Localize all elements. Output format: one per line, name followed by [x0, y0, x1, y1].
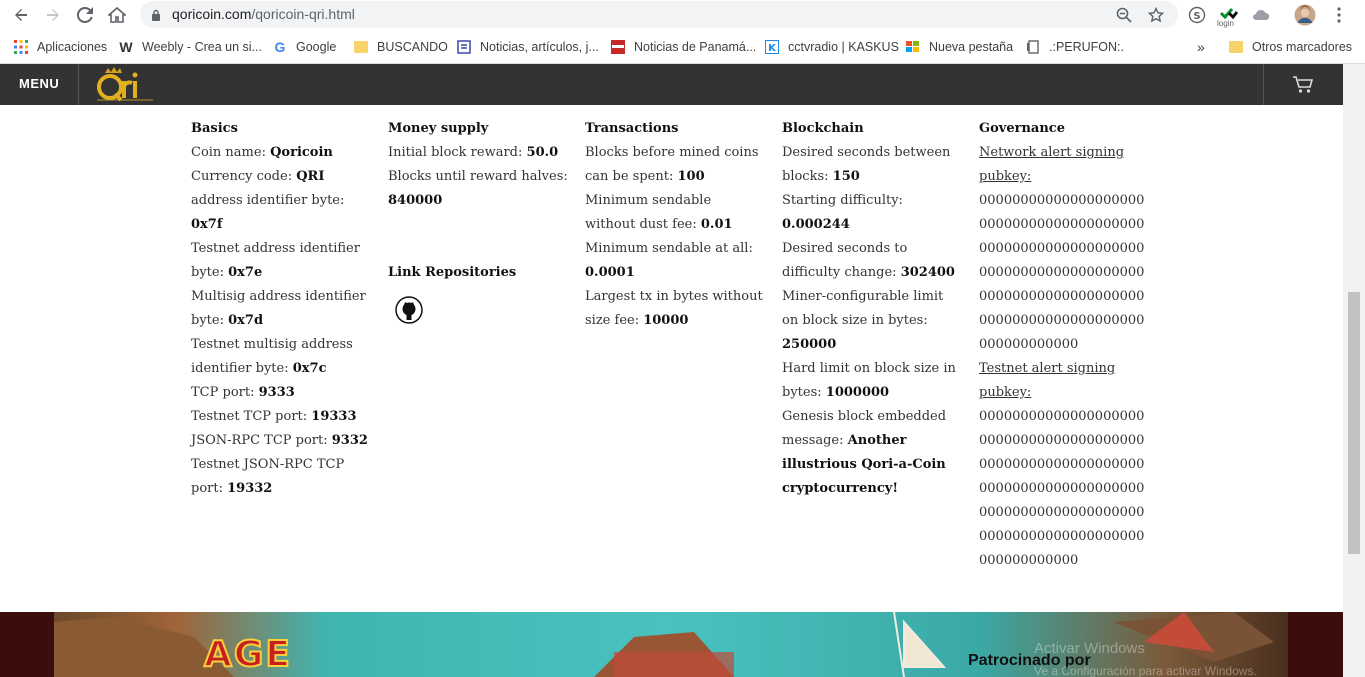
- windows-activation-subtitle: Ve a Configuración para activar Windows.: [1034, 664, 1257, 677]
- page-icon: [1025, 39, 1041, 55]
- cloud-extension-icon[interactable]: [1250, 4, 1272, 26]
- star-icon[interactable]: [1146, 5, 1166, 25]
- page-scrollbar[interactable]: [1343, 64, 1365, 677]
- apps-grid-icon: [13, 39, 29, 55]
- forward-icon[interactable]: [41, 3, 65, 27]
- url-text: qoricoin.com/qoricoin-qri.html: [172, 6, 355, 22]
- google-icon: G: [274, 39, 286, 55]
- more-menu-icon[interactable]: [1328, 4, 1350, 26]
- address-bar[interactable]: qoricoin.com/qoricoin-qri.html: [140, 1, 1178, 28]
- basics-title: Basics: [191, 121, 238, 136]
- bookmark-kaskus[interactable]: K cctvradio | KASKUS: [764, 38, 899, 56]
- min-sendable: Minimum sendable at all: 0.0001: [585, 241, 753, 280]
- testnet-tcp-port: Testnet TCP port: 19333: [191, 409, 357, 424]
- miner-block-limit: Miner-configurable limit on block size i…: [782, 289, 944, 352]
- testnet-address-byte: Testnet address identifier byte: 0x7e: [191, 241, 360, 280]
- money-supply-column: Money supply Initial block reward: 50.0 …: [388, 117, 568, 285]
- back-icon[interactable]: [9, 3, 33, 27]
- panama-news-icon: [610, 39, 626, 55]
- currency-code: Currency code: QRI: [191, 169, 325, 184]
- menu-button[interactable]: MENU: [19, 76, 59, 91]
- bookmark-noticias-panama[interactable]: Noticias de Panamá...: [610, 38, 756, 56]
- blocks-until-halving: Blocks until reward halves: 840000: [388, 169, 568, 208]
- profile-avatar[interactable]: [1294, 4, 1316, 26]
- kaskus-icon: K: [764, 39, 780, 55]
- hard-block-limit: Hard limit on block size in bytes: 10000…: [782, 361, 956, 400]
- testnet-alert-link[interactable]: Testnet alert signing pubkey:: [979, 357, 1151, 405]
- transactions-title: Transactions: [585, 121, 679, 136]
- blocks-before-spend: Blocks before mined coins can be spent: …: [585, 145, 759, 184]
- page-viewport: MENU Basics Coin name: Qoricoin Currency…: [0, 64, 1343, 677]
- link-repositories-title: Link Repositories: [388, 265, 517, 280]
- largest-tx: Largest tx in bytes without size fee: 10…: [585, 289, 763, 328]
- testnet-json-rpc-port: Testnet JSON-RPC TCP port: 19332: [191, 457, 345, 496]
- basics-column: Basics Coin name: Qoricoin Currency code…: [191, 117, 371, 501]
- seconds-between-blocks: Desired seconds between blocks: 150: [782, 145, 951, 184]
- sponsor-banner: AGE Patrocinado por Activar Windows Ve a…: [0, 612, 1343, 677]
- news-page-icon: [456, 39, 472, 55]
- login-extension-label: login: [1217, 19, 1234, 28]
- address-byte: address identifier byte: 0x7f: [191, 193, 345, 232]
- reload-icon[interactable]: [73, 3, 97, 27]
- money-supply-title: Money supply: [388, 121, 489, 136]
- bookmark-perufon[interactable]: .:PERUFON:.: [1025, 38, 1124, 56]
- scrollbar-thumb[interactable]: [1348, 292, 1360, 554]
- blockchain-column: Blockchain Desired seconds between block…: [782, 117, 962, 501]
- min-sendable-dust: Minimum sendable without dust fee: 0.01: [585, 193, 733, 232]
- browser-toolbar: qoricoin.com/qoricoin-qri.html S login: [0, 0, 1365, 30]
- game-ad-image[interactable]: AGE Patrocinado por Activar Windows Ve a…: [54, 612, 1288, 677]
- bookmark-nueva-pestana[interactable]: Nueva pestaña: [905, 38, 1013, 56]
- governance-column: Governance Network alert signing pubkey:…: [979, 117, 1151, 573]
- genesis-message: Genesis block embedded message: Another …: [782, 409, 947, 496]
- multisig-address-byte: Multisig address identifier byte: 0x7d: [191, 289, 366, 328]
- testnet-alert-key: 0000000000000000000000000000000000000000…: [979, 409, 1145, 568]
- bookmark-google[interactable]: G Google: [272, 38, 337, 56]
- header-divider: [78, 64, 79, 105]
- folder-icon: [1228, 39, 1244, 55]
- starting-difficulty: Starting difficulty: 0.000244: [782, 193, 903, 232]
- site-header: MENU: [0, 64, 1343, 105]
- initial-block-reward: Initial block reward: 50.0: [388, 145, 559, 160]
- home-icon[interactable]: [105, 3, 129, 27]
- coin-name: Coin name: Qoricoin: [191, 145, 333, 160]
- bookmark-apps[interactable]: Aplicaciones: [13, 38, 107, 56]
- network-alert-link[interactable]: Network alert signing pubkey:: [979, 141, 1151, 189]
- bookmarks-overflow[interactable]: »: [1197, 38, 1205, 56]
- zoom-icon[interactable]: [1114, 5, 1134, 25]
- bookmark-otros[interactable]: Otros marcadores: [1228, 38, 1352, 56]
- json-rpc-port: JSON-RPC TCP port: 9332: [191, 433, 368, 448]
- governance-title: Governance: [979, 121, 1065, 136]
- lock-icon[interactable]: [146, 5, 166, 25]
- bookmark-weebly[interactable]: W Weebly - Crea un si...: [118, 38, 262, 56]
- bookmark-buscando[interactable]: BUSCANDO: [353, 38, 448, 56]
- age-logo: AGE: [203, 633, 293, 676]
- blockchain-title: Blockchain: [782, 121, 864, 136]
- bookmarks-bar: Aplicaciones W Weebly - Crea un si... G Go…: [0, 30, 1365, 64]
- windows-flag-icon: [905, 39, 921, 55]
- windows-activation-title: Activar Windows: [1034, 640, 1145, 657]
- svg-text:S: S: [1193, 11, 1200, 22]
- tcp-port: TCP port: 9333: [191, 385, 295, 400]
- qori-logo[interactable]: [95, 66, 161, 104]
- skype-extension-icon[interactable]: S: [1186, 4, 1208, 26]
- difficulty-change: Desired seconds to difficulty change: 30…: [782, 241, 955, 280]
- folder-icon: [353, 39, 369, 55]
- network-alert-key: 0000000000000000000000000000000000000000…: [979, 193, 1145, 352]
- header-divider: [1263, 64, 1264, 105]
- bookmark-noticias[interactable]: Noticias, artículos, j...: [456, 38, 599, 56]
- transactions-column: Transactions Blocks before mined coins c…: [585, 117, 765, 333]
- weebly-icon: W: [119, 39, 133, 55]
- svg-text:K: K: [768, 43, 777, 54]
- github-icon[interactable]: [395, 296, 423, 324]
- testnet-multisig-byte: Testnet multisig address identifier byte…: [191, 337, 353, 376]
- cart-icon[interactable]: [1292, 75, 1314, 95]
